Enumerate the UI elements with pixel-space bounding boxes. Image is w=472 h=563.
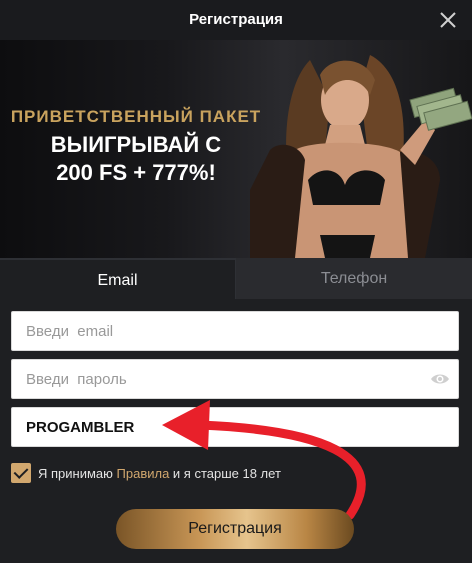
banner-offer-line2: 200 FS + 777%! (56, 160, 216, 185)
promo-banner: ПРИВЕТСТВЕННЫЙ ПАКЕТ ВЫИГРЫВАЙ С 200 FS … (0, 40, 472, 258)
tab-email[interactable]: Email (0, 258, 236, 299)
modal-header: Регистрация (0, 0, 472, 40)
promo-code-input[interactable] (11, 407, 459, 447)
terms-checkbox[interactable] (11, 463, 31, 483)
registration-modal: Регистрация ПРИВЕТСТВЕННЫЙ ПАКЕТ ВЫИГРЫВ… (0, 0, 472, 563)
terms-text: Я принимаю Правила и я старше 18 лет (38, 466, 281, 481)
rules-link[interactable]: Правила (117, 466, 170, 481)
register-button[interactable]: Регистрация (116, 509, 354, 549)
tab-phone[interactable]: Телефон (236, 258, 472, 299)
terms-suffix: и я старше 18 лет (169, 465, 281, 481)
email-input[interactable] (11, 311, 459, 351)
modal-title: Регистрация (189, 11, 283, 28)
eye-icon[interactable] (430, 371, 450, 387)
close-icon[interactable] (438, 10, 458, 30)
banner-offer-line1: ВЫИГРЫВАЙ С (50, 132, 222, 157)
password-input[interactable] (11, 359, 459, 399)
terms-row: Я принимаю Правила и я старше 18 лет (11, 462, 281, 484)
banner-model-image (250, 55, 472, 258)
terms-prefix: Я принимаю (38, 465, 117, 481)
banner-headline: ПРИВЕТСТВЕННЫЙ ПАКЕТ (10, 107, 262, 126)
auth-method-tabs: Email Телефон (0, 258, 472, 299)
